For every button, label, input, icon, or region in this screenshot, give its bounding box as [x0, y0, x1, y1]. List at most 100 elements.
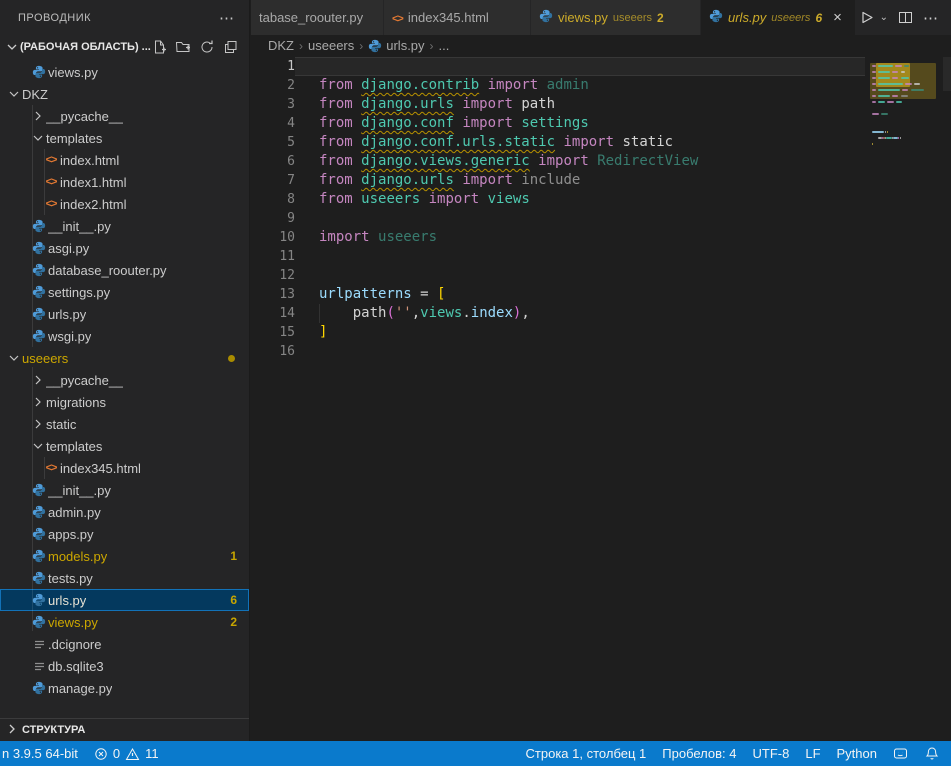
tree-item-static[interactable]: static [0, 413, 249, 435]
code-line-content[interactable]: path('',views.index), [295, 304, 865, 323]
tree-item-settings-py[interactable]: settings.py [0, 281, 249, 303]
code-line-content[interactable]: import useeers [295, 228, 865, 247]
outline-section-header[interactable]: СТРУКТУРА [0, 718, 249, 741]
explorer-header: ПРОВОДНИК ⋯ [0, 0, 249, 35]
tab-index345-html[interactable]: <>index345.html [384, 0, 531, 35]
feedback-icon[interactable] [893, 747, 909, 761]
more-actions-button[interactable]: ⋯ [923, 9, 939, 27]
breadcrumb-separator-icon: › [430, 39, 434, 53]
tree-item--pycache-[interactable]: __pycache__ [0, 369, 249, 391]
encoding-status[interactable]: UTF-8 [753, 746, 790, 761]
indent-guide [44, 149, 45, 215]
tree-item-templates[interactable]: templates [0, 435, 249, 457]
eol-status[interactable]: LF [805, 746, 820, 761]
tree-item-urls-py[interactable]: urls.py6 [0, 589, 249, 611]
tree-item-db-sqlite3[interactable]: db.sqlite3 [0, 655, 249, 677]
tree-item-apps-py[interactable]: apps.py [0, 523, 249, 545]
code-line-content[interactable] [295, 342, 865, 361]
code-line-content[interactable] [295, 247, 865, 266]
split-editor-button[interactable] [898, 10, 913, 25]
code-line-content[interactable]: from django.conf.urls.static import stat… [295, 133, 865, 152]
breadcrumb-item-urls-py[interactable]: urls.py [368, 38, 424, 53]
language-mode-status[interactable]: Python [837, 746, 877, 761]
tree-item-admin-py[interactable]: admin.py [0, 501, 249, 523]
code-line-content[interactable]: from useeers import views [295, 190, 865, 209]
code-line-7[interactable]: 7from django.urls import include [251, 171, 865, 190]
close-icon[interactable]: × [833, 9, 842, 26]
code-line-3[interactable]: 3from django.urls import path [251, 95, 865, 114]
tree-item-index1-html[interactable]: <>index1.html [0, 171, 249, 193]
code-line-10[interactable]: 10import useeers [251, 228, 865, 247]
breadcrumb-item--[interactable]: ... [439, 38, 450, 53]
minimap[interactable] [870, 57, 948, 217]
code-line-5[interactable]: 5from django.conf.urls.static import sta… [251, 133, 865, 152]
new-folder-icon[interactable] [175, 39, 191, 55]
python-interpreter-status[interactable]: n 3.9.5 64-bit [2, 746, 78, 761]
editor-scrollbar[interactable] [943, 57, 951, 91]
code-line-11[interactable]: 11 [251, 247, 865, 266]
indentation-status[interactable]: Пробелов: 4 [662, 746, 736, 761]
code-line-content[interactable]: from django.views.generic import Redirec… [295, 152, 865, 171]
notifications-bell-icon[interactable] [925, 746, 939, 761]
tree-item-views-py[interactable]: views.py [0, 61, 249, 83]
code-line-4[interactable]: 4from django.conf import settings [251, 114, 865, 133]
code-line-2[interactable]: 2from django.contrib import admin [251, 76, 865, 95]
code-line-content[interactable] [295, 266, 865, 285]
tree-item-models-py[interactable]: models.py1 [0, 545, 249, 567]
code-line-1[interactable]: 1 [251, 57, 865, 76]
breadcrumb-item-dkz[interactable]: DKZ [268, 38, 294, 53]
code-line-content[interactable] [295, 209, 865, 228]
tree-item-templates[interactable]: templates [0, 127, 249, 149]
tree-item-tests-py[interactable]: tests.py [0, 567, 249, 589]
code-line-13[interactable]: 13urlpatterns = [ [251, 285, 865, 304]
code-line-content[interactable]: from django.urls import include [295, 171, 865, 190]
code-line-16[interactable]: 16 [251, 342, 865, 361]
tree-item--init-py[interactable]: __init__.py [0, 479, 249, 501]
breadcrumb-item-useeers[interactable]: useeers [308, 38, 354, 53]
code-line-12[interactable]: 12 [251, 266, 865, 285]
tree-item-dkz[interactable]: DKZ [0, 83, 249, 105]
cursor-position-status[interactable]: Строка 1, столбец 1 [526, 746, 647, 761]
tree-item-database-roouter-py[interactable]: database_roouter.py [0, 259, 249, 281]
tree-item--init-py[interactable]: __init__.py [0, 215, 249, 237]
code-line-content[interactable] [295, 57, 865, 76]
tree-item-migrations[interactable]: migrations [0, 391, 249, 413]
tree-item-views-py[interactable]: views.py2 [0, 611, 249, 633]
file-tree: views.pyDKZ__pycache__templates<>index.h… [0, 59, 249, 699]
tree-item-urls-py[interactable]: urls.py [0, 303, 249, 325]
code-line-content[interactable]: from django.urls import path [295, 95, 865, 114]
tree-item-index345-html[interactable]: <>index345.html [0, 457, 249, 479]
code-line-8[interactable]: 8from useeers import views [251, 190, 865, 209]
tree-item-index2-html[interactable]: <>index2.html [0, 193, 249, 215]
problems-status[interactable]: 0 11 [94, 746, 159, 761]
code-token: admin [547, 77, 589, 93]
tab-tabase-roouter-py[interactable]: tabase_roouter.py [251, 0, 384, 35]
refresh-icon[interactable] [199, 39, 215, 55]
code-editor[interactable]: 12from django.contrib import admin3from … [251, 57, 865, 741]
code-token: views [420, 305, 462, 321]
explorer-more-icon[interactable]: ⋯ [219, 9, 235, 27]
workspace-section-header[interactable]: (РАБОЧАЯ ОБЛАСТЬ) ... [0, 35, 249, 59]
tree-item--pycache-[interactable]: __pycache__ [0, 105, 249, 127]
code-line-6[interactable]: 6from django.views.generic import Redire… [251, 152, 865, 171]
code-line-14[interactable]: 14 path('',views.index), [251, 304, 865, 323]
code-line-15[interactable]: 15] [251, 323, 865, 342]
code-token: django.urls [361, 172, 454, 188]
new-file-icon[interactable] [151, 39, 167, 55]
tab-urls-py[interactable]: urls.pyuseeers6× [701, 0, 856, 35]
code-line-9[interactable]: 9 [251, 209, 865, 228]
tab-views-py[interactable]: views.pyuseeers2 [531, 0, 701, 35]
tree-item-asgi-py[interactable]: asgi.py [0, 237, 249, 259]
collapse-all-icon[interactable] [223, 39, 239, 55]
run-button[interactable] [859, 10, 874, 25]
code-line-content[interactable]: ] [295, 323, 865, 342]
tree-item-manage-py[interactable]: manage.py [0, 677, 249, 699]
code-line-content[interactable]: urlpatterns = [ [295, 285, 865, 304]
code-line-content[interactable]: from django.conf import settings [295, 114, 865, 133]
tree-item-useeers[interactable]: useeers [0, 347, 249, 369]
code-line-content[interactable]: from django.contrib import admin [295, 76, 865, 95]
tree-item--dcignore[interactable]: .dcignore [0, 633, 249, 655]
tree-item-wsgi-py[interactable]: wsgi.py [0, 325, 249, 347]
tree-item-index-html[interactable]: <>index.html [0, 149, 249, 171]
run-dropdown[interactable]: ⌄ [880, 12, 888, 23]
